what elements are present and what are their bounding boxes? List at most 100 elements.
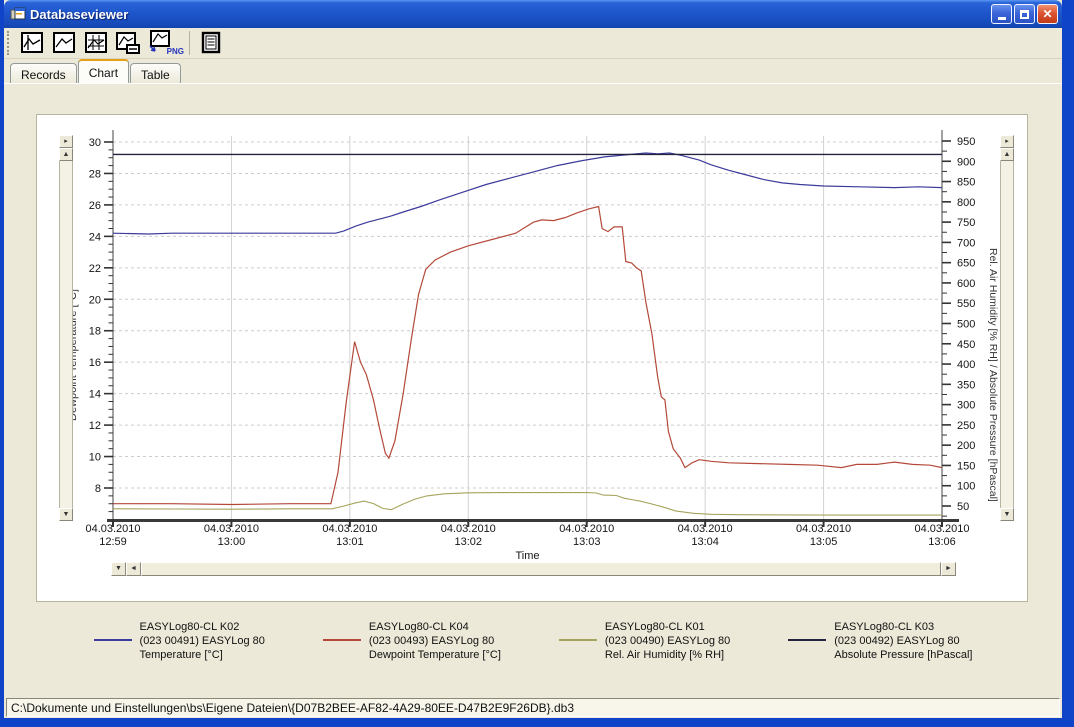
legend-measure: Temperature [°C]: [140, 649, 223, 661]
chart-legend: EASYLog80-CL K02 (023 00491) EASYLog 80 …: [4, 620, 1062, 662]
tab-chart[interactable]: Chart: [78, 59, 129, 83]
legend-item-pressure: EASYLog80-CL K03 (023 00492) EASYLog 80 …: [788, 620, 972, 662]
svg-text:13:00: 13:00: [218, 536, 246, 548]
svg-text:28: 28: [89, 168, 101, 180]
svg-text:20: 20: [89, 294, 101, 306]
close-button[interactable]: ✕: [1037, 4, 1058, 24]
legend-logger: (023 00492) EASYLog 80: [834, 635, 959, 647]
svg-text:700: 700: [957, 237, 975, 249]
chart-canvas: 8101214161820222426283050100150200250300…: [37, 115, 1029, 561]
chart-line-button[interactable]: [48, 29, 80, 57]
report-button[interactable]: [195, 29, 227, 57]
left-axis-scroll-down[interactable]: ▼: [59, 508, 73, 521]
svg-text:04.03.2010: 04.03.2010: [204, 523, 259, 535]
legend-device: EASYLog80-CL K01: [605, 621, 705, 633]
time-axis-scrollbar: ▼ ◄ ►: [111, 562, 956, 576]
svg-text:04.03.2010: 04.03.2010: [322, 523, 377, 535]
chart-legend-button[interactable]: [112, 29, 144, 57]
tab-table[interactable]: Table: [130, 63, 181, 83]
pressure-line-swatch: [788, 639, 826, 641]
svg-text:13:03: 13:03: [573, 536, 601, 548]
app-window: Databaseviewer ✕: [0, 0, 1074, 727]
svg-text:450: 450: [957, 339, 975, 351]
svg-text:150: 150: [957, 460, 975, 472]
right-axis-scroll-down[interactable]: ▼: [1000, 508, 1014, 521]
svg-text:950: 950: [957, 136, 975, 148]
legend-device: EASYLog80-CL K04: [369, 621, 469, 633]
svg-text:13:01: 13:01: [336, 536, 364, 548]
svg-text:26: 26: [89, 200, 101, 212]
report-icon: [199, 31, 223, 55]
svg-text:04.03.2010: 04.03.2010: [914, 523, 969, 535]
tab-records[interactable]: Records: [10, 63, 77, 83]
tabstrip: Records Chart Table: [4, 59, 1062, 83]
svg-text:04.03.2010: 04.03.2010: [796, 523, 851, 535]
right-axis-scrollbar-toggle[interactable]: ▸: [1000, 135, 1014, 148]
time-axis-scrollbar-toggle[interactable]: ▼: [111, 562, 126, 576]
time-axis-scroll-right[interactable]: ►: [941, 562, 956, 576]
statusbar: C:\Dokumente und Einstellungen\bs\Eigene…: [4, 697, 1062, 718]
chart-grid-icon: [84, 31, 108, 55]
svg-text:500: 500: [957, 319, 975, 331]
left-axis-scroll-up[interactable]: ▲: [59, 148, 73, 161]
time-axis-scroll-thumb[interactable]: [141, 562, 941, 576]
svg-text:16: 16: [89, 357, 101, 369]
svg-text:850: 850: [957, 177, 975, 189]
legend-logger: (023 00490) EASYLog 80: [605, 635, 730, 647]
right-axis-scroll-track[interactable]: [1000, 161, 1014, 508]
svg-text:12: 12: [89, 420, 101, 432]
svg-text:13:06: 13:06: [928, 536, 956, 548]
titlebar: Databaseviewer ✕: [4, 0, 1062, 28]
chart-grid-button[interactable]: [80, 29, 112, 57]
svg-text:200: 200: [957, 440, 975, 452]
minimize-button[interactable]: [991, 4, 1012, 24]
svg-text:400: 400: [957, 359, 975, 371]
svg-text:300: 300: [957, 400, 975, 412]
chart-axes-button[interactable]: [16, 29, 48, 57]
svg-text:18: 18: [89, 326, 101, 338]
toolbar-separator: [189, 31, 190, 55]
svg-text:600: 600: [957, 278, 975, 290]
maximize-icon: [1020, 10, 1029, 19]
temperature-line-swatch: [94, 639, 132, 641]
svg-text:13:04: 13:04: [691, 536, 719, 548]
tab-records-label: Records: [21, 68, 66, 82]
svg-text:04.03.2010: 04.03.2010: [678, 523, 733, 535]
right-axis-scroll-up[interactable]: ▲: [1000, 148, 1014, 161]
chart-page: 8101214161820222426283050100150200250300…: [4, 83, 1062, 697]
svg-text:04.03.2010: 04.03.2010: [85, 523, 140, 535]
svg-text:250: 250: [957, 420, 975, 432]
time-axis-scroll-left[interactable]: ◄: [126, 562, 141, 576]
export-png-button[interactable]: PNG: [144, 29, 184, 57]
dewpoint-line-swatch: [323, 639, 361, 641]
png-label: PNG: [167, 47, 184, 56]
chart-legend-icon: [115, 31, 141, 55]
svg-text:650: 650: [957, 258, 975, 270]
legend-logger: (023 00491) EASYLog 80: [140, 635, 265, 647]
maximize-button[interactable]: [1014, 4, 1035, 24]
svg-text:Time: Time: [515, 550, 539, 561]
database-path: C:\Dokumente und Einstellungen\bs\Eigene…: [6, 698, 1060, 717]
svg-text:04.03.2010: 04.03.2010: [559, 523, 614, 535]
svg-text:800: 800: [957, 197, 975, 209]
svg-text:12:59: 12:59: [99, 536, 127, 548]
svg-text:13:05: 13:05: [810, 536, 838, 548]
legend-item-humidity: EASYLog80-CL K01 (023 00490) EASYLog 80 …: [559, 620, 730, 662]
left-axis-scrollbar: ▸ ▲ ▼: [59, 135, 73, 521]
toolbar-grip-handle[interactable]: [7, 31, 12, 55]
svg-text:14: 14: [89, 389, 101, 401]
legend-device: EASYLog80-CL K03: [834, 621, 934, 633]
left-axis-scrollbar-toggle[interactable]: ▸: [59, 135, 73, 148]
tab-chart-label: Chart: [89, 66, 118, 80]
svg-text:8: 8: [95, 483, 101, 495]
app-icon: [10, 6, 26, 22]
right-axis-label: Rel. Air Humidity [% RH] / Absolute Pres…: [985, 185, 999, 565]
legend-measure: Absolute Pressure [hPascal]: [834, 649, 972, 661]
legend-device: EASYLog80-CL K02: [140, 621, 240, 633]
chart-axes-icon: [20, 31, 44, 55]
svg-text:10: 10: [89, 452, 101, 464]
svg-text:24: 24: [89, 231, 101, 243]
svg-text:350: 350: [957, 379, 975, 391]
left-axis-scroll-track[interactable]: [59, 161, 73, 508]
toolbar: PNG: [4, 28, 1062, 59]
